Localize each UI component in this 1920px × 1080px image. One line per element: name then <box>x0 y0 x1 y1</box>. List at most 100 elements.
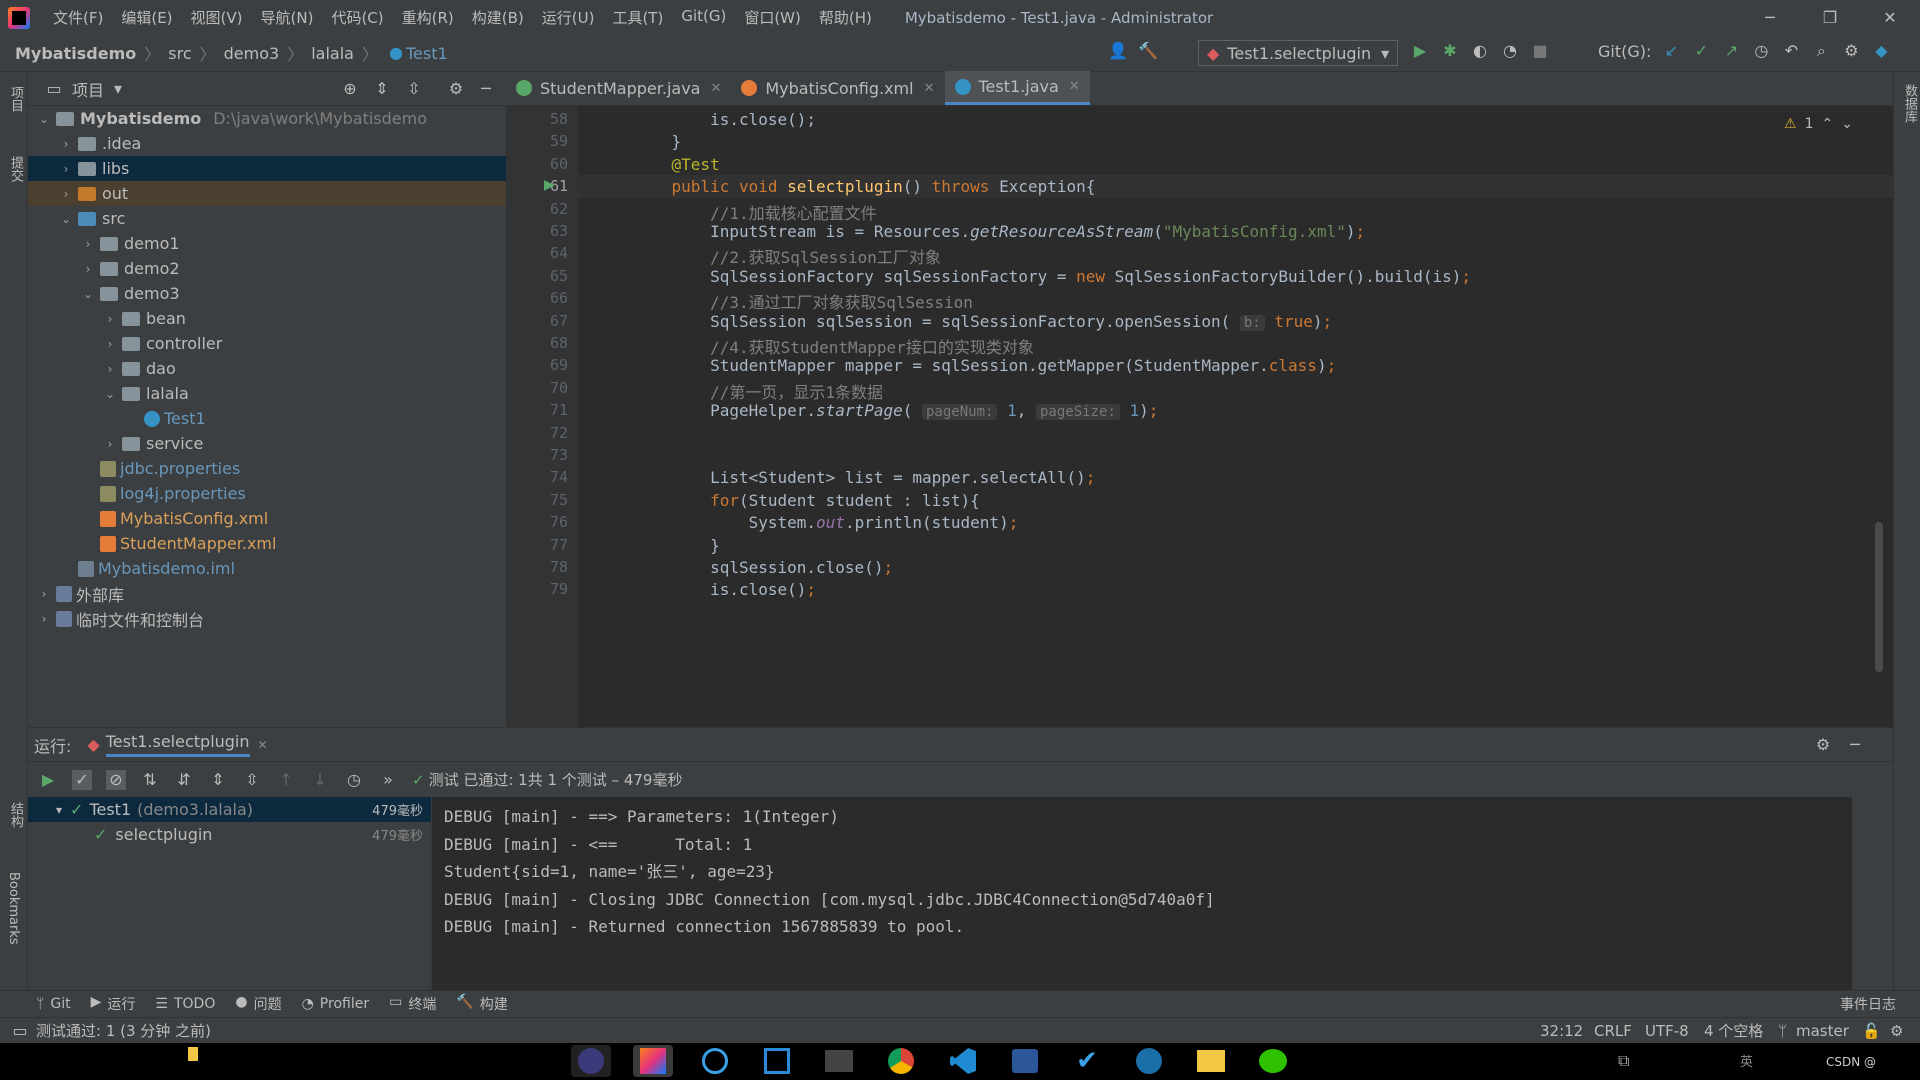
tree-item-bean[interactable]: › bean <box>28 306 506 331</box>
tree-item-libs[interactable]: › libs <box>28 156 506 181</box>
run-icon[interactable]: ▶ <box>1410 41 1430 61</box>
edge-app-icon[interactable] <box>695 1045 735 1077</box>
editor-tab-1[interactable]: MybatisConfig.xml ✕ <box>731 71 944 105</box>
cursor-position[interactable]: 32:12 <box>1540 1022 1583 1040</box>
more-icon[interactable]: » <box>378 770 398 790</box>
tree-item-test1[interactable]: Test1 <box>28 406 506 431</box>
vscode-app-icon[interactable] <box>943 1045 983 1077</box>
inspection-icon[interactable]: ⚙ <box>1890 1022 1903 1040</box>
tree-item-demo2[interactable]: › demo2 <box>28 256 506 281</box>
test-row-class[interactable]: ▾ ✓ Test1 (demo3.lalala) 479毫秒 <box>28 797 431 822</box>
chevron-right-icon[interactable]: › <box>102 362 118 376</box>
chevron-up-icon[interactable]: ⌃ <box>1822 116 1834 132</box>
git-history-icon[interactable]: ◷ <box>1751 41 1771 61</box>
warning-icon[interactable]: ⚠ <box>1784 116 1797 132</box>
show-ignored-icon[interactable]: ⊘ <box>106 769 126 790</box>
tree-item-demo3[interactable]: ⌄ demo3 <box>28 281 506 306</box>
tree-item-controller[interactable]: › controller <box>28 331 506 356</box>
tree-item-lalala[interactable]: ⌄ lalala <box>28 381 506 406</box>
terminal-app-icon[interactable] <box>819 1045 859 1077</box>
lock-icon[interactable]: 🔓 <box>1862 1022 1881 1040</box>
git-rollback-icon[interactable]: ↶ <box>1781 41 1801 61</box>
git-commit-icon[interactable]: ✓ <box>1691 41 1711 61</box>
minimize-icon[interactable]: ─ <box>1740 0 1800 35</box>
stop-icon[interactable]: ■ <box>1530 41 1550 61</box>
run-tab[interactable]: Test1.selectplugin <box>105 732 250 757</box>
coverage-icon[interactable]: ◐ <box>1470 41 1490 61</box>
chevron-right-icon[interactable]: › <box>80 237 96 251</box>
menu-item-10[interactable]: 窗口(W) <box>735 7 810 28</box>
project-tool-tab[interactable]: 项目 <box>6 86 25 112</box>
show-passed-icon[interactable]: ✓ <box>72 769 92 790</box>
steam-app-icon[interactable] <box>1129 1045 1169 1077</box>
prev-failed-icon[interactable]: ↑ <box>276 770 296 790</box>
expand-all-icon[interactable]: ⇕ <box>208 770 228 790</box>
next-failed-icon[interactable]: ↓ <box>310 770 330 790</box>
chevron-right-icon[interactable]: › <box>58 187 74 201</box>
tree-item-src[interactable]: ⌄ src <box>28 206 506 231</box>
close-icon[interactable]: ✕ <box>1069 79 1080 94</box>
task-view-icon[interactable]: ⧉ <box>1618 1051 1629 1071</box>
git-update-icon[interactable]: ↙ <box>1661 41 1681 61</box>
menu-item-1[interactable]: 编辑(E) <box>112 7 181 28</box>
collapse-all-icon[interactable]: ⇳ <box>404 79 424 99</box>
tree-item-log4j-properties[interactable]: log4j.properties <box>28 481 506 506</box>
menu-item-11[interactable]: 帮助(H) <box>810 7 881 28</box>
test-row-method[interactable]: ✓ selectplugin 479毫秒 <box>28 822 431 847</box>
tree-item-mybatisdemo[interactable]: ⌄ Mybatisdemo D:\java\work\Mybatisdemo <box>28 106 506 131</box>
tree-item-jdbc-properties[interactable]: jdbc.properties <box>28 456 506 481</box>
user-icon[interactable]: 👤 <box>1108 41 1128 61</box>
menu-item-0[interactable]: 文件(F) <box>44 7 112 28</box>
collapse-all-icon[interactable]: ⇳ <box>242 770 262 790</box>
menu-item-2[interactable]: 视图(V) <box>182 7 252 28</box>
project-panel-title[interactable]: 项目 <box>72 77 104 101</box>
todo-app-icon[interactable]: ✔ <box>1067 1045 1107 1077</box>
chevron-right-icon[interactable]: › <box>58 162 74 176</box>
close-icon[interactable]: ✕ <box>1860 0 1920 35</box>
chevron-down-icon[interactable]: ⌄ <box>80 287 96 301</box>
settings-gear-icon[interactable]: ⚙ <box>1813 735 1833 755</box>
structure-tool-tab[interactable]: 结构 <box>6 802 25 828</box>
code-view[interactable]: is.close(); } @Test public void selectpl… <box>578 106 1893 727</box>
database-tool-tab[interactable]: 数据库 <box>1900 84 1919 123</box>
menu-item-8[interactable]: 工具(T) <box>603 7 672 28</box>
editor-tab-0[interactable]: StudentMapper.java ✕ <box>506 71 731 105</box>
chevron-right-icon[interactable]: › <box>36 612 52 626</box>
bottom-tab-1[interactable]: ▶ 运行 <box>91 994 136 1014</box>
file-encoding[interactable]: UTF-8 <box>1645 1022 1689 1040</box>
menu-item-7[interactable]: 运行(U) <box>533 7 604 28</box>
run-gutter-icon[interactable]: ▶ <box>544 177 555 193</box>
breadcrumb-src[interactable]: src <box>168 44 191 63</box>
sort-duration-icon[interactable]: ⇵ <box>174 770 194 790</box>
intellij-app-icon[interactable] <box>633 1045 673 1077</box>
wechat-app-icon[interactable] <box>1253 1045 1293 1077</box>
tree-item--idea[interactable]: › .idea <box>28 131 506 156</box>
build-hammer-icon[interactable]: 🔨 <box>1138 41 1158 61</box>
event-log-button[interactable]: 事件日志 <box>1840 994 1896 1014</box>
run-config-selector[interactable]: ◆ Test1.selectplugin ▾ <box>1198 40 1398 66</box>
locate-icon[interactable]: ⊕ <box>340 79 360 99</box>
bottom-tab-4[interactable]: ◔ Profiler <box>302 996 370 1012</box>
hide-icon[interactable]: ─ <box>476 79 496 99</box>
console-output[interactable]: DEBUG [main] - ==> Parameters: 1(Integer… <box>432 797 1852 991</box>
breadcrumb-demo3[interactable]: demo3 <box>224 44 280 63</box>
indent-setting[interactable]: 4 个空格 <box>1704 1020 1763 1041</box>
close-icon[interactable]: ✕ <box>924 81 935 96</box>
ime-icon[interactable]: 英 <box>1740 1051 1753 1070</box>
editor-scrollbar[interactable] <box>1875 522 1883 672</box>
chevron-right-icon[interactable]: › <box>102 312 118 326</box>
status-message[interactable]: 测试通过: 1 (3 分钟 之前) <box>36 1020 211 1041</box>
chevron-down-icon[interactable]: ⌄ <box>36 112 52 126</box>
breadcrumb-project[interactable]: Mybatisdemo <box>15 44 136 63</box>
debug-icon[interactable]: ✱ <box>1440 41 1460 61</box>
expand-all-icon[interactable]: ⇕ <box>372 79 392 99</box>
menu-item-3[interactable]: 导航(N) <box>252 7 323 28</box>
tree-item--[interactable]: › 外部库 <box>28 581 506 606</box>
profile-icon[interactable]: ◔ <box>1500 41 1520 61</box>
chevron-down-icon[interactable]: ⌄ <box>102 387 118 401</box>
tree-item--[interactable]: › 临时文件和控制台 <box>28 606 506 631</box>
tree-item-demo1[interactable]: › demo1 <box>28 231 506 256</box>
bottom-tab-3[interactable]: ● 问题 <box>235 994 281 1014</box>
settings-gear-icon[interactable]: ⚙ <box>446 79 466 99</box>
hide-icon[interactable]: ─ <box>1845 735 1865 755</box>
